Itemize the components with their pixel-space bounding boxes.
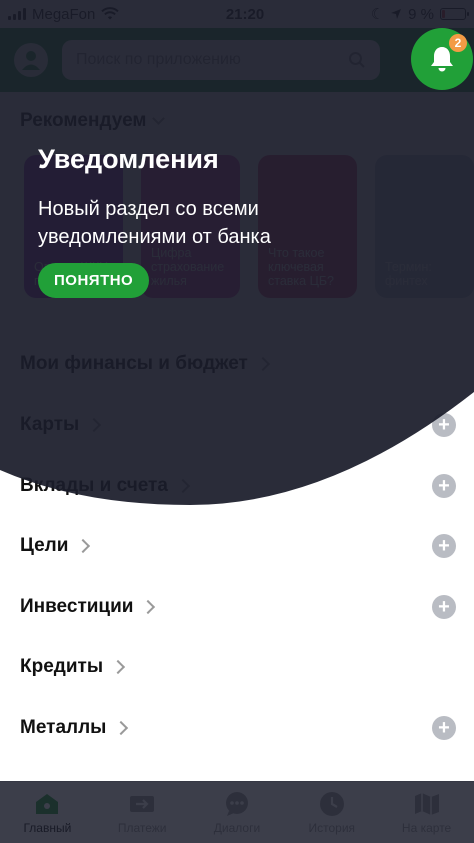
- transfer-icon: [130, 795, 155, 812]
- location-arrow-icon: [391, 9, 402, 19]
- chevron-down-icon: [152, 112, 166, 125]
- add-goal-button[interactable]: +: [432, 534, 456, 558]
- status-bar: MegaFon 21:20 ☾ 9 %: [0, 0, 474, 28]
- onboarding-title: Уведомления: [38, 144, 219, 174]
- section-cards[interactable]: Карты +: [20, 407, 456, 443]
- chevron-right-icon: [255, 356, 270, 372]
- section-investments[interactable]: Инвестиции +: [20, 589, 456, 625]
- home-icon: [36, 793, 59, 814]
- chevron-right-icon: [114, 720, 129, 736]
- battery-percent: 9 %: [408, 5, 434, 23]
- tab-payments[interactable]: Платежи: [95, 791, 189, 835]
- chat-icon: [225, 791, 248, 816]
- profile-avatar[interactable]: [14, 43, 48, 77]
- chevron-right-icon: [141, 599, 156, 615]
- chevron-right-icon: [175, 478, 190, 494]
- chevron-right-icon: [76, 538, 91, 554]
- add-cards-button[interactable]: +: [432, 413, 456, 437]
- tab-history[interactable]: История: [285, 791, 379, 835]
- tab-map[interactable]: На карте: [380, 791, 474, 835]
- add-metal-button[interactable]: +: [432, 716, 456, 740]
- notifications-button[interactable]: 2: [411, 28, 473, 90]
- map-icon: [414, 792, 439, 815]
- notification-count-badge: 2: [449, 34, 467, 52]
- add-investment-button[interactable]: +: [432, 595, 456, 619]
- signal-icon: [8, 8, 26, 20]
- battery-icon: [440, 8, 469, 20]
- search-header: Поиск по приложению: [0, 28, 474, 92]
- tab-main[interactable]: Главный: [0, 791, 94, 835]
- section-deposits[interactable]: Вклады и счета +: [20, 468, 456, 504]
- user-icon: [22, 51, 40, 70]
- wifi-icon: [101, 7, 120, 20]
- search-placeholder: Поиск по приложению: [76, 51, 241, 68]
- search-input[interactable]: Поиск по приложению: [62, 40, 380, 80]
- chevron-right-icon: [87, 417, 102, 433]
- recommended-title[interactable]: Рекомендуем: [20, 110, 166, 132]
- section-metals[interactable]: Металлы +: [20, 710, 456, 746]
- section-goals[interactable]: Цели +: [20, 528, 456, 564]
- onboarding-tooltip: Уведомления Новый раздел со всеми уведом…: [38, 144, 338, 298]
- got-it-button[interactable]: ПОНЯТНО: [38, 263, 150, 298]
- clock-icon: [319, 791, 344, 816]
- section-finances[interactable]: Мои финансы и бюджет: [20, 346, 456, 382]
- chevron-right-icon: [110, 659, 126, 675]
- section-credits[interactable]: Кредиты: [20, 649, 456, 685]
- onboarding-text: Новый раздел со всеми уведомлениями от б…: [38, 198, 271, 248]
- story-card[interactable]: Термин: финтех: [375, 155, 474, 298]
- add-deposit-button[interactable]: +: [432, 474, 456, 498]
- moon-icon: ☾: [370, 6, 385, 23]
- tab-dialogs[interactable]: Диалоги: [190, 791, 284, 835]
- carrier-name: MegaFon: [32, 5, 96, 23]
- clock: 21:20: [225, 5, 265, 23]
- tab-bar: Главный Платежи Диалоги История На карте: [0, 781, 474, 843]
- search-icon: [349, 52, 365, 68]
